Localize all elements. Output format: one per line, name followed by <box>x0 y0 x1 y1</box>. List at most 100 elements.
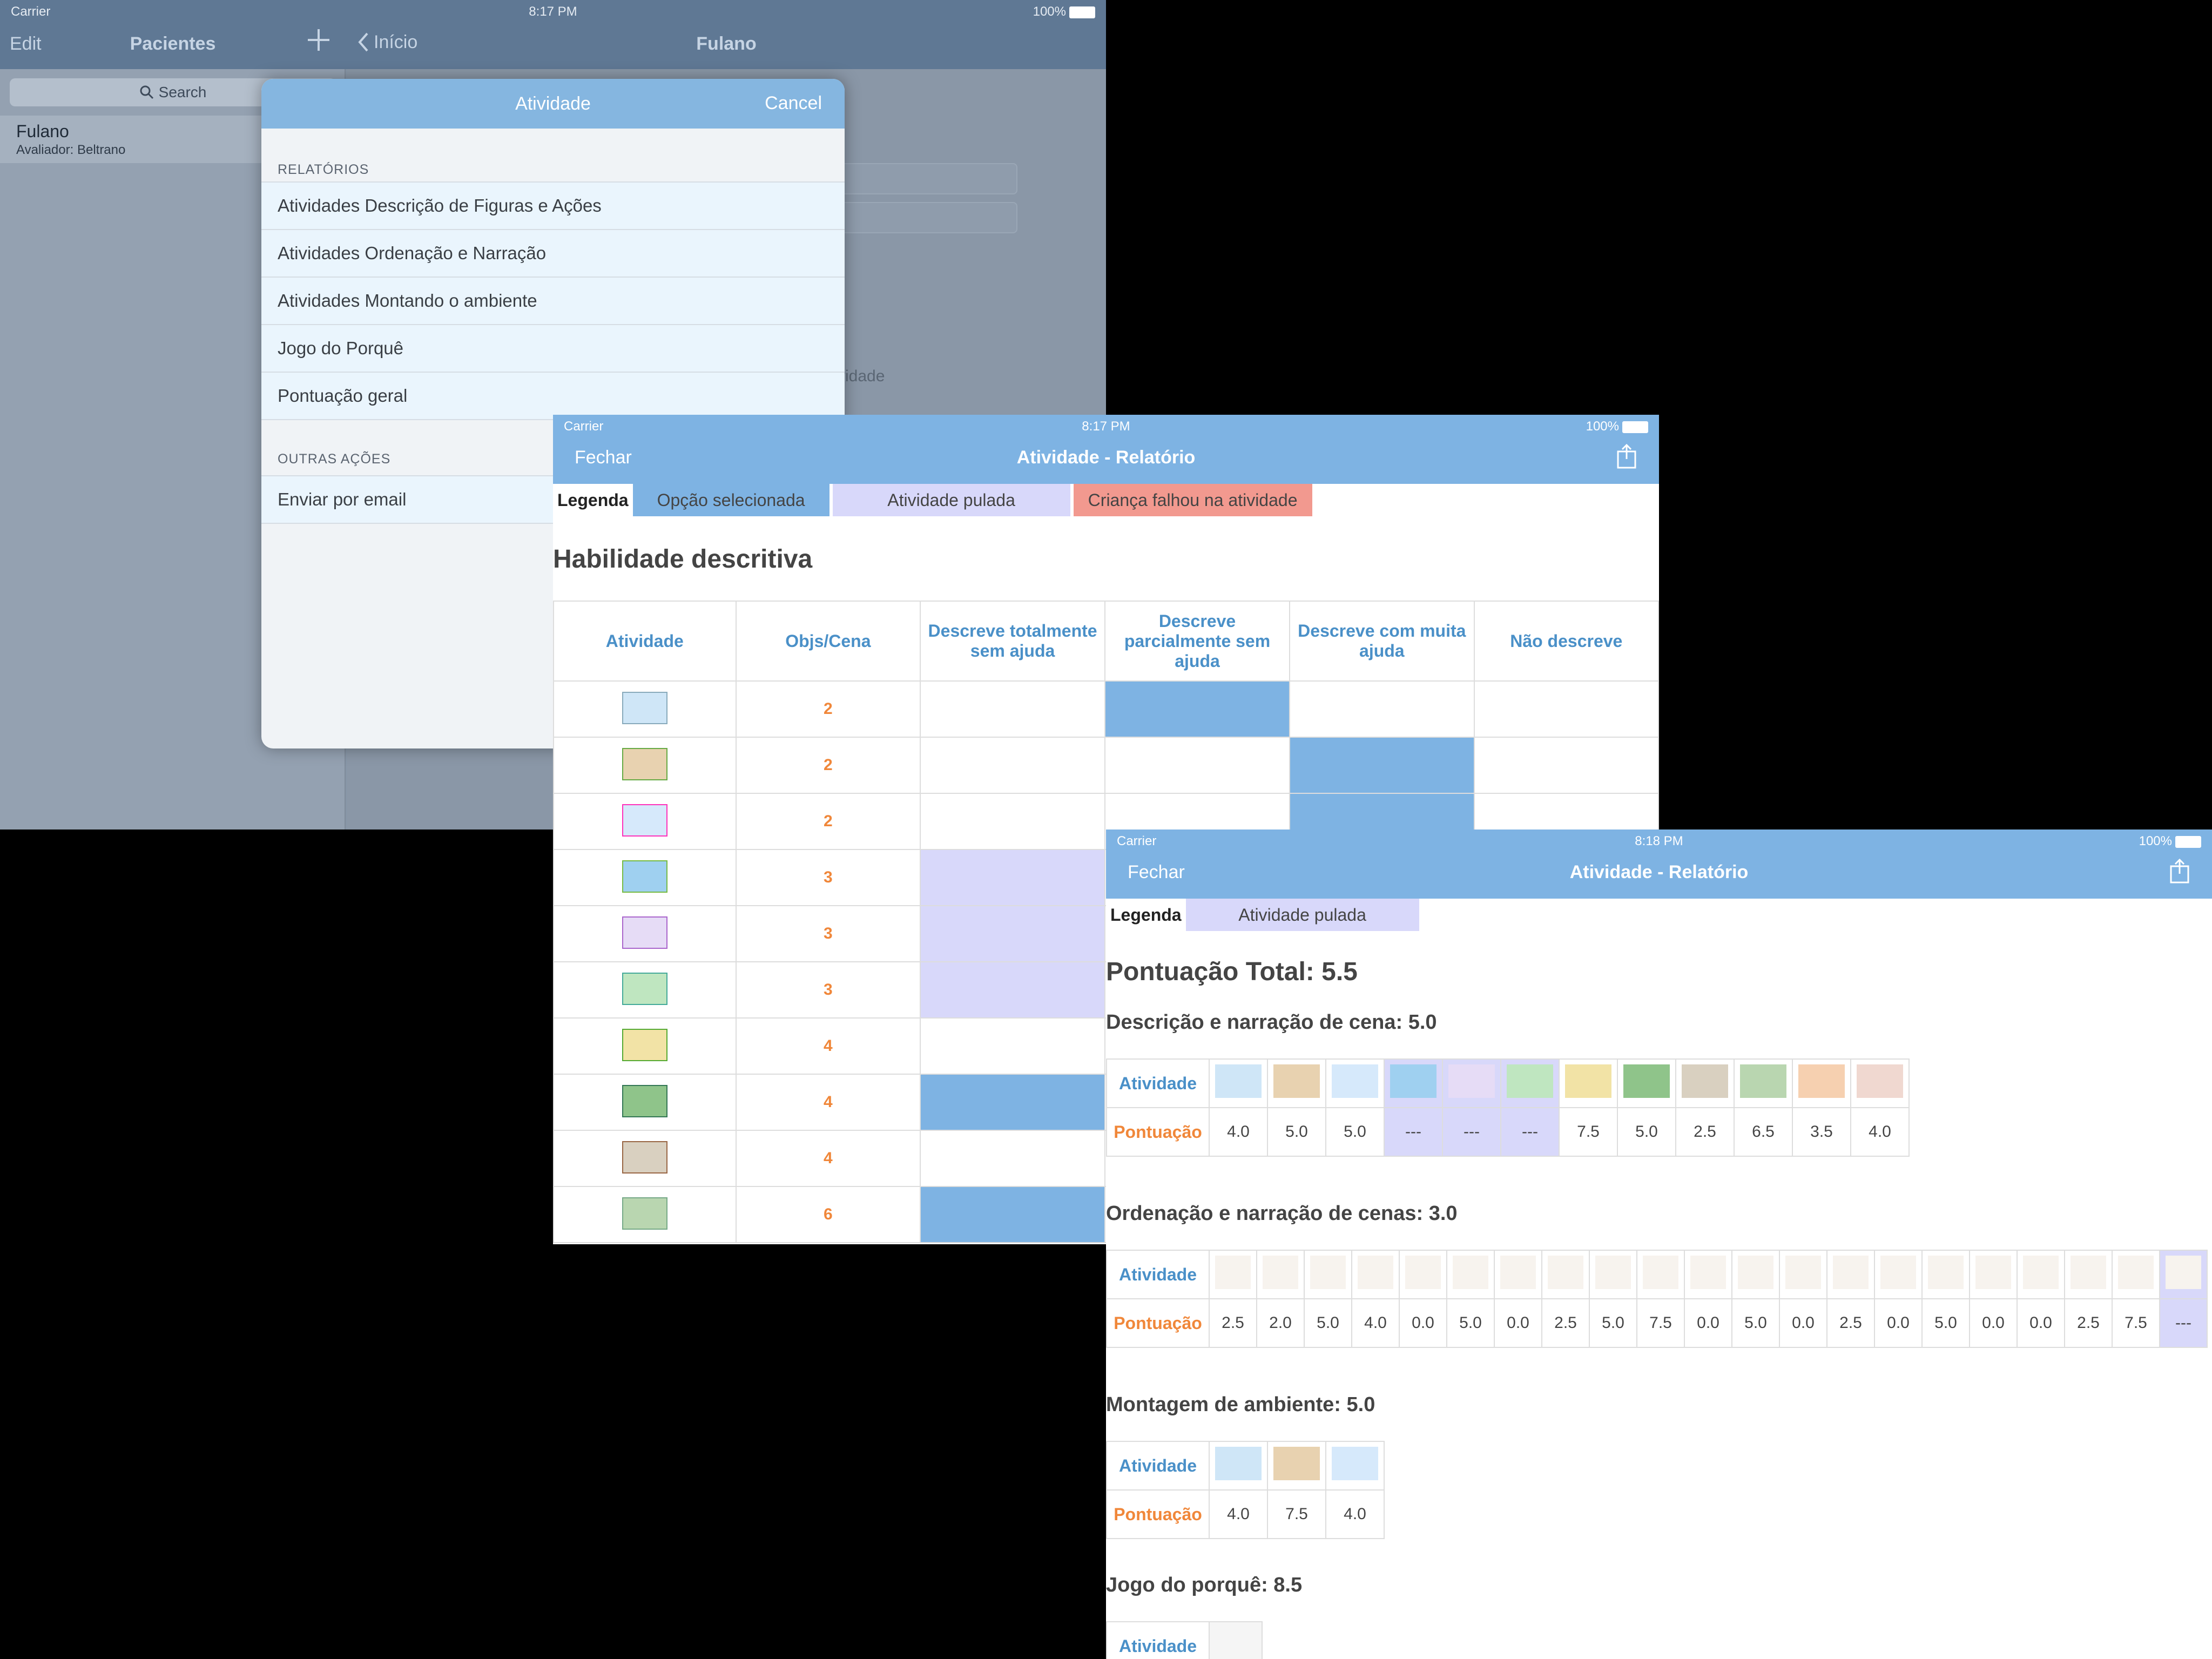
score-cell: 0.0 <box>1494 1298 1542 1348</box>
popover-header: Atividade Cancel <box>261 79 845 129</box>
activity-thumbnail[interactable] <box>1256 1250 1305 1299</box>
score-cell: --- <box>1384 1107 1443 1157</box>
activity-thumbnail[interactable] <box>1500 1058 1560 1108</box>
menu-item-general-score[interactable]: Pontuação geral <box>261 373 845 420</box>
activity-thumbnail[interactable] <box>1209 1621 1263 1659</box>
activity-thumbnail[interactable] <box>1826 1250 1875 1299</box>
cancel-button[interactable]: Cancel <box>765 93 822 114</box>
activity-thumbnail[interactable] <box>1209 1058 1268 1108</box>
col-no-describe: Não descreve <box>1473 601 1659 682</box>
activity-thumbnail[interactable] <box>1399 1250 1447 1299</box>
thumbnail-image <box>1215 1447 1262 1480</box>
activity-thumbnail[interactable] <box>1921 1250 1970 1299</box>
activity-thumbnail[interactable] <box>1442 1058 1501 1108</box>
thumbnail-image <box>1798 1064 1845 1098</box>
menu-item-figures-actions[interactable]: Atividades Descrição de Figuras e Ações <box>261 183 845 230</box>
score-cell: 4.0 <box>1209 1489 1268 1539</box>
legend-failed: Criança falhou na atividade <box>1073 484 1312 516</box>
activity-thumbnail[interactable] <box>2017 1250 2065 1299</box>
activity-thumbnail[interactable] <box>1209 1441 1268 1491</box>
activity-cell <box>553 1130 737 1187</box>
activity-thumbnail[interactable] <box>1874 1250 1923 1299</box>
share-icon[interactable] <box>2169 859 2190 884</box>
thumbnail-image <box>1738 1256 1773 1289</box>
legend: Legenda Atividade pulada <box>1106 899 1422 931</box>
activity-thumbnail[interactable] <box>1559 1058 1618 1108</box>
thumbnail-image <box>1215 1256 1251 1289</box>
battery-icon <box>2175 835 2201 848</box>
objects-count: 3 <box>735 961 921 1019</box>
option-cell <box>920 680 1105 738</box>
activity-thumbnail[interactable] <box>2064 1250 2113 1299</box>
activity-thumbnail[interactable] <box>1267 1441 1326 1491</box>
thumbnail-image <box>1453 1256 1488 1289</box>
legend-skipped: Atividade pulada <box>1185 899 1419 931</box>
section-title-ordering: Ordenação e narração de cenas: 3.0 <box>1106 1202 1458 1225</box>
share-icon[interactable] <box>1616 444 1637 469</box>
activity-thumbnail[interactable] <box>1325 1441 1385 1491</box>
col-activity: Atividade <box>553 601 737 682</box>
activity-cell <box>553 793 737 850</box>
activity-cell <box>553 1074 737 1131</box>
patient-evaluator: Avaliador: Beltrano <box>16 143 126 157</box>
activity-thumbnail[interactable] <box>1494 1250 1542 1299</box>
row-label-score: Pontuação <box>1106 1107 1210 1157</box>
objects-count: 3 <box>735 849 921 906</box>
report-title: Atividade - Relatório <box>1016 447 1196 468</box>
score-cell: 2.5 <box>1209 1298 1257 1348</box>
nav-bar: Carrier 8:18 PM 100% Fechar Atividade - … <box>1106 830 2212 899</box>
activity-thumbnail[interactable] <box>1351 1250 1400 1299</box>
thumbnail-image <box>1332 1064 1378 1098</box>
activity-thumbnail[interactable] <box>1325 1058 1385 1108</box>
option-cell <box>1104 680 1291 738</box>
activity-thumbnail[interactable] <box>2159 1250 2208 1299</box>
thumbnail-image <box>1565 1064 1611 1098</box>
activity-thumbnail[interactable] <box>1731 1250 1780 1299</box>
activity-thumbnail[interactable] <box>1850 1058 1910 1108</box>
thumbnail-image <box>1273 1064 1320 1098</box>
table-header-row: Atividade Objs/Cena Descreve totalmente … <box>553 601 1659 682</box>
section-title-environment: Montagem de ambiente: 5.0 <box>1106 1393 1375 1416</box>
thumbnail-image <box>1857 1064 1903 1098</box>
menu-item-why-game[interactable]: Jogo do Porquê <box>261 325 845 373</box>
activity-thumbnail[interactable] <box>1969 1250 2018 1299</box>
score-cell: 2.0 <box>1256 1298 1305 1348</box>
activity-thumbnail[interactable] <box>1617 1058 1676 1108</box>
activity-thumbnail[interactable] <box>1675 1058 1735 1108</box>
option-cell <box>920 1074 1105 1131</box>
battery-label: 100% <box>1033 4 1066 19</box>
objects-count: 4 <box>735 1074 921 1131</box>
option-cell <box>920 1186 1105 1243</box>
add-patient-button[interactable] <box>308 29 329 51</box>
activity-cell <box>553 961 737 1019</box>
activity-thumbnail[interactable] <box>1792 1058 1851 1108</box>
activity-thumbnail[interactable] <box>1446 1250 1495 1299</box>
thumbnail-image <box>1507 1064 1553 1098</box>
col-full: Descreve totalmente sem ajuda <box>920 601 1105 682</box>
menu-item-environment[interactable]: Atividades Montando o ambiente <box>261 278 845 325</box>
activity-thumbnail <box>622 860 667 893</box>
activity-thumbnail[interactable] <box>1684 1250 1732 1299</box>
battery-label: 100% <box>1586 419 1619 434</box>
activity-thumbnail[interactable] <box>1636 1250 1685 1299</box>
row-label-activity: Atividade <box>1106 1058 1210 1108</box>
thumbnail-image <box>1332 1447 1378 1480</box>
score-cell: 0.0 <box>1684 1298 1732 1348</box>
activity-thumbnail[interactable] <box>1304 1250 1352 1299</box>
activity-thumbnail[interactable] <box>2112 1250 2160 1299</box>
activity-thumbnail[interactable] <box>1779 1250 1827 1299</box>
activity-thumbnail[interactable] <box>1541 1250 1590 1299</box>
score-cell: 2.5 <box>2064 1298 2113 1348</box>
total-score: Pontuação Total: 5.5 <box>1106 957 1358 986</box>
score-cell: 6.5 <box>1734 1107 1793 1157</box>
activity-thumbnail[interactable] <box>1267 1058 1326 1108</box>
score-cell: 2.5 <box>1541 1298 1590 1348</box>
menu-item-ordering-narration[interactable]: Atividades Ordenação e Narração <box>261 230 845 278</box>
activity-thumbnail[interactable] <box>1589 1250 1637 1299</box>
score-cell: 4.0 <box>1209 1107 1268 1157</box>
score-cell: --- <box>2159 1298 2208 1348</box>
carrier-label: Carrier <box>11 4 51 19</box>
activity-thumbnail[interactable] <box>1209 1250 1257 1299</box>
activity-thumbnail[interactable] <box>1734 1058 1793 1108</box>
activity-thumbnail[interactable] <box>1384 1058 1443 1108</box>
